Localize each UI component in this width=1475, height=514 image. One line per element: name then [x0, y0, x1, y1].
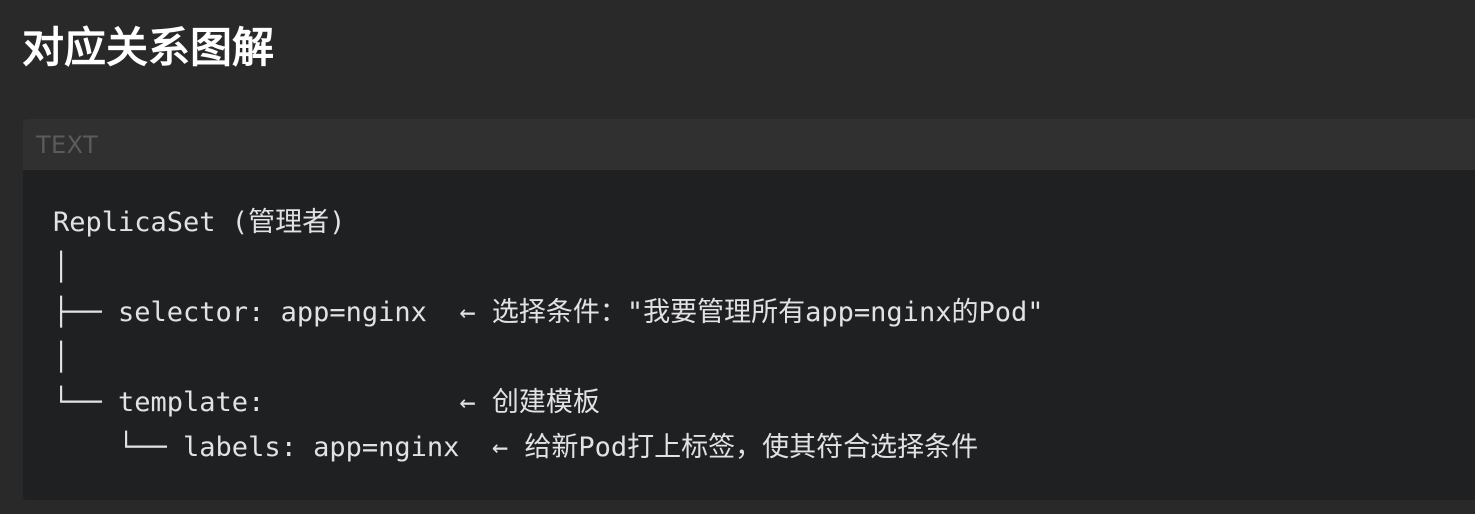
- code-line-5: └── template: ← 创建模板: [53, 387, 600, 418]
- code-block-body: ReplicaSet (管理者) │ ├── selector: app=ngi…: [23, 170, 1475, 500]
- code-block-header: TEXT: [23, 119, 1475, 170]
- code-line-3: ├── selector: app=nginx ← 选择条件："我要管理所有ap…: [53, 297, 1044, 328]
- page-title: 对应关系图解: [22, 23, 275, 72]
- code-line-4: │: [53, 342, 70, 373]
- code-language-label: TEXT: [36, 131, 99, 159]
- code-line-1: ReplicaSet (管理者): [53, 207, 346, 238]
- code-line-2: │: [53, 252, 70, 283]
- code-line-6: └── labels: app=nginx ← 给新Pod打上标签，使其符合选择…: [53, 432, 979, 463]
- code-block: TEXT ReplicaSet (管理者) │ ├── selector: ap…: [23, 119, 1475, 500]
